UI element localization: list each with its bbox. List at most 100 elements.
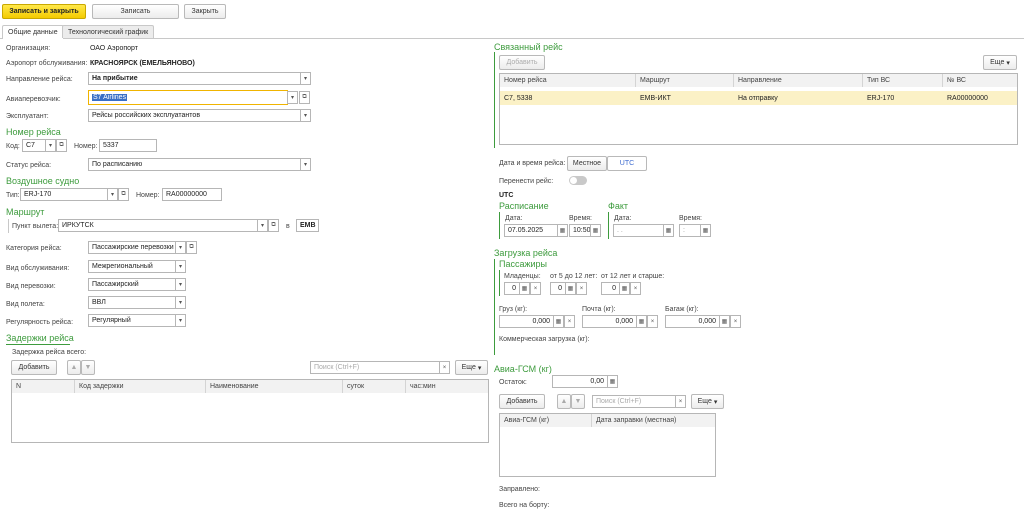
delays-table[interactable]: N Код задержки Наименование суток час:ми… [11,379,489,443]
linked-col-aircraft-no[interactable]: № ВС [943,74,1017,87]
code-field[interactable]: C7 [22,139,46,152]
infants-clear-icon[interactable]: × [530,282,541,295]
delays-more-button[interactable]: Еще ▾ [455,360,488,375]
category-field[interactable]: Пассажирские перевозки [88,241,176,254]
code-open-icon[interactable]: ⧉ [56,139,67,152]
category-dropdown-icon[interactable]: ▾ [175,241,186,254]
direction-dropdown-icon[interactable]: ▾ [300,72,311,85]
fuel-search-input[interactable]: Поиск (Ctrl+F) [592,395,676,408]
cargo-calc-icon[interactable]: ▦ [553,315,564,328]
departure-open-icon[interactable]: ⧉ [268,219,279,232]
aircraft-type-open-icon[interactable]: ⧉ [118,188,129,201]
delays-search-input[interactable]: Поиск (Ctrl+F) [310,361,440,374]
fuel-up-icon[interactable]: ▲ [557,394,571,409]
table-row[interactable]: C7, 5338 EMB-ИКТ На отправку ERJ-170 RA0… [500,91,1017,105]
fuel-more-button[interactable]: Еще ▾ [691,394,724,409]
utc-time-button[interactable]: UTC [607,156,647,171]
delays-search-clear-icon[interactable]: × [439,361,450,374]
fact-date-field[interactable]: . . [613,224,664,237]
status-field[interactable]: По расписанию [88,158,301,171]
service-field[interactable]: Межрегиональный [88,260,176,273]
fuel-search-clear-icon[interactable]: × [675,395,686,408]
fuel-col-amount[interactable]: Авиа-ГСМ (кг) [500,414,592,427]
local-time-button[interactable]: Местное [567,156,607,171]
fuel-add-button[interactable]: Добавить [499,394,545,409]
mail-calc-icon[interactable]: ▦ [636,315,647,328]
fact-clock-icon[interactable]: ▦ [700,224,711,237]
fact-time-field[interactable]: : [679,224,701,237]
arrival-code-field[interactable]: EMB [296,219,319,232]
age-12-field[interactable]: 0 [601,282,620,295]
mail-field[interactable]: 0,000 [582,315,637,328]
age-5-12-calc-icon[interactable]: ▦ [565,282,576,295]
baggage-field[interactable]: 0,000 [665,315,720,328]
regularity-dropdown-icon[interactable]: ▾ [175,314,186,327]
carrier-dropdown-icon[interactable]: ▾ [287,91,298,104]
carrier-field[interactable]: S7 Airlines [88,90,288,105]
fuel-table[interactable]: Авиа-ГСМ (кг) Дата заправки (местная) [499,413,716,477]
mail-clear-icon[interactable]: × [647,315,658,328]
schedule-clock-icon[interactable]: ▦ [590,224,601,237]
linked-flights-table[interactable]: Номер рейса Маршрут Направление Тип ВС №… [499,73,1018,145]
departure-dropdown-icon[interactable]: ▾ [257,219,268,232]
schedule-calendar-icon[interactable]: ▦ [557,224,568,237]
delays-add-button[interactable]: Добавить [11,360,57,375]
aircraft-type-dropdown-icon[interactable]: ▾ [107,188,118,201]
save-and-close-button[interactable]: Записать и закрыть [2,4,86,19]
regularity-field[interactable]: Регулярный [88,314,176,327]
operator-field[interactable]: Рейсы российских эксплуатантов [88,109,301,122]
remainder-field[interactable]: 0,00 [552,375,608,388]
linked-col-direction[interactable]: Направление [734,74,863,87]
age-5-12-field[interactable]: 0 [550,282,566,295]
fuel-down-icon[interactable]: ▼ [571,394,585,409]
linked-col-aircraft-type[interactable]: Тип ВС [863,74,943,87]
linked-col-flight-no[interactable]: Номер рейса [500,74,636,87]
postpone-toggle[interactable] [569,176,587,185]
aircraft-header: Воздушное судно [6,176,80,186]
linked-more-button[interactable]: Еще ▾ [983,55,1017,70]
category-open-icon[interactable]: ⧉ [186,241,197,254]
aircraft-type-field[interactable]: ERJ-170 [20,188,108,201]
transport-dropdown-icon[interactable]: ▾ [175,278,186,291]
departure-field[interactable]: ИРКУТСК [58,219,268,232]
remainder-calc-icon[interactable]: ▦ [607,375,618,388]
infants-calc-icon[interactable]: ▦ [519,282,530,295]
baggage-clear-icon[interactable]: × [730,315,741,328]
cargo-field[interactable]: 0,000 [499,315,554,328]
flight-kind-dropdown-icon[interactable]: ▾ [175,296,186,309]
cargo-clear-icon[interactable]: × [564,315,575,328]
delays-down-icon[interactable]: ▼ [81,360,95,375]
delays-col-name[interactable]: Наименование [206,380,343,393]
carrier-open-icon[interactable]: ⧉ [299,91,310,104]
service-label: Вид обслуживания: [6,265,70,272]
schedule-time-field[interactable]: 10:50 [569,224,591,237]
delays-up-icon[interactable]: ▲ [67,360,81,375]
age-5-12-clear-icon[interactable]: × [576,282,587,295]
number-field[interactable]: 5337 [99,139,157,152]
flight-kind-field[interactable]: ВВЛ [88,296,176,309]
delays-col-hours[interactable]: час:мин [406,380,488,393]
linked-add-button[interactable]: Добавить [499,55,545,70]
infants-field[interactable]: 0 [504,282,520,295]
tab-general[interactable]: Общие данные [2,25,64,39]
close-button[interactable]: Закрыть [184,4,226,19]
operator-dropdown-icon[interactable]: ▾ [300,109,311,122]
save-button[interactable]: Записать [92,4,179,19]
service-dropdown-icon[interactable]: ▾ [175,260,186,273]
tab-tech-schedule[interactable]: Технологический график [62,25,155,38]
fact-calendar-icon[interactable]: ▦ [663,224,674,237]
baggage-calc-icon[interactable]: ▦ [719,315,730,328]
fuel-col-date[interactable]: Дата заправки (местная) [592,414,715,427]
age-12-clear-icon[interactable]: × [630,282,641,295]
delays-col-code[interactable]: Код задержки [75,380,206,393]
delays-col-n[interactable]: N [12,380,75,393]
schedule-date-field[interactable]: 07.05.2025 [504,224,558,237]
linked-col-route[interactable]: Маршрут [636,74,734,87]
code-dropdown-icon[interactable]: ▾ [45,139,56,152]
age-12-calc-icon[interactable]: ▦ [619,282,630,295]
transport-field[interactable]: Пассажирский [88,278,176,291]
delays-col-days[interactable]: суток [343,380,406,393]
aircraft-number-field[interactable]: RA00000000 [162,188,222,201]
direction-field[interactable]: На прибытие [88,72,301,85]
status-dropdown-icon[interactable]: ▾ [300,158,311,171]
